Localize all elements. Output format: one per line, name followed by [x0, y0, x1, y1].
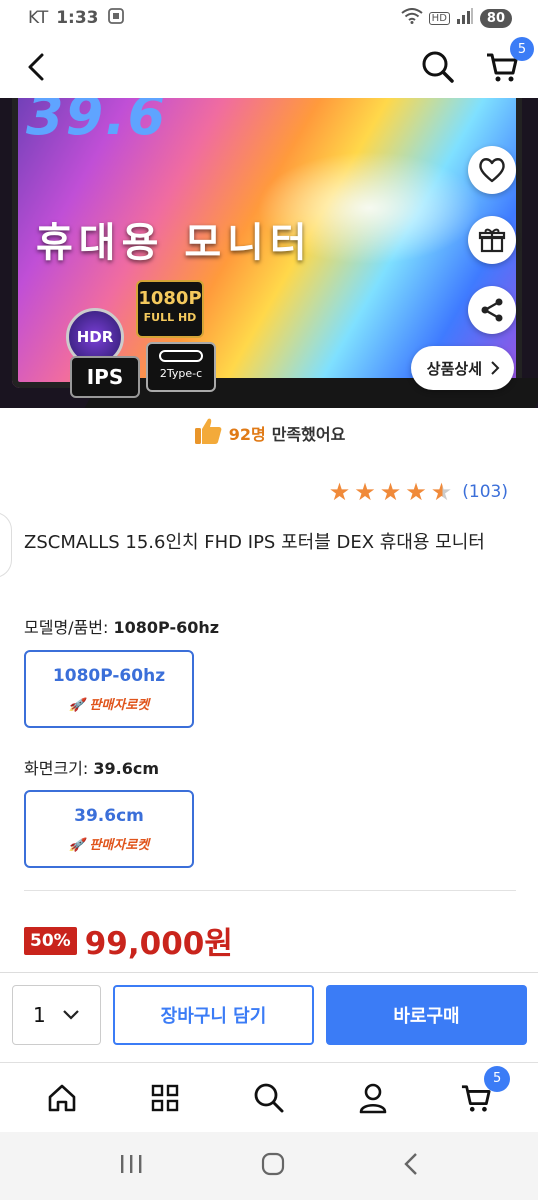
option-size-39-6cm[interactable]: 39.6cm 🚀 판매자로켓 [24, 790, 194, 868]
divider [24, 890, 516, 891]
hero-title-text: 휴대용 모니터 [36, 220, 313, 266]
side-actions [468, 146, 516, 334]
price-row: 50% 99,000원 [24, 918, 233, 963]
home-system-button[interactable] [260, 1151, 286, 1181]
satisfaction-summary: 92명 만족했어요 [0, 416, 538, 450]
purchase-bar: 1 장바구니 담기 바로구매 [0, 972, 538, 1062]
seller-rocket-text: 판매자로켓 [89, 837, 150, 853]
heart-icon [479, 158, 505, 183]
option-label-model: 모델명/품번: 1080P-60hz [24, 614, 219, 638]
screenshot-icon [107, 7, 125, 30]
back-system-button[interactable] [402, 1151, 420, 1181]
option-label-model-key: 모델명/품번: [24, 618, 114, 637]
sale-price: 99,000원 [84, 926, 233, 962]
search-icon [254, 1083, 284, 1112]
product-title: ZSCMALLS 15.6인치 FHD IPS 포터블 DEX 휴대용 모니터 [24, 532, 485, 553]
home-circle-icon [261, 1152, 285, 1176]
share-button[interactable] [468, 286, 516, 334]
star-icon: ★ [354, 478, 376, 506]
search-button[interactable] [420, 49, 456, 85]
nav-cart-badge: 5 [484, 1065, 511, 1092]
buy-now-button[interactable]: 바로구매 [326, 985, 527, 1045]
status-bar: KT 1:33 HD 80 [0, 0, 538, 36]
chevron-left-icon [28, 53, 44, 81]
chevron-down-icon [63, 1010, 79, 1020]
battery-indicator: 80 [479, 8, 512, 28]
share-icon [481, 298, 503, 322]
nav-my-account[interactable] [353, 1078, 393, 1118]
hero-size-text: 39.6 [26, 98, 168, 147]
wishlist-button[interactable] [468, 146, 516, 194]
system-navigation-bar [0, 1132, 538, 1200]
option-model-1080p[interactable]: 1080P-60hz 🚀 판매자로켓 [24, 650, 194, 728]
carrier-label: KT [28, 8, 49, 28]
back-button[interactable] [18, 49, 54, 85]
clock: 1:33 [56, 8, 99, 28]
app-header: 5 [0, 36, 538, 98]
option-model-value: 1080P-60hz [52, 665, 166, 686]
option-label-size-value: 39.6cm [93, 759, 159, 778]
rating-summary[interactable]: ★ ★ ★ ★ ★ (103) [329, 480, 508, 504]
gift-button[interactable] [468, 216, 516, 264]
recent-apps-icon [121, 1155, 142, 1173]
quantity-value: 1 [33, 1003, 46, 1027]
typec-badge-label: 2Type-c [159, 367, 203, 380]
hd-voice-icon: HD [428, 11, 450, 25]
cart-button[interactable]: 5 [484, 37, 534, 85]
option-label-size: 화면크기: 39.6cm [24, 755, 159, 779]
satisfied-count: 92명 [228, 425, 266, 444]
edge-panel-handle[interactable] [0, 512, 12, 578]
seller-rocket-tag: 🚀 판매자로켓 [68, 837, 150, 853]
signal-icon [456, 8, 474, 28]
star-icon: ★ [328, 478, 351, 506]
star-icon: ★ [379, 478, 402, 506]
review-count-link[interactable]: (103) [462, 482, 508, 502]
seller-rocket-text: 판매자로켓 [89, 697, 150, 713]
star-icon: ★ [405, 478, 427, 506]
nav-search[interactable] [249, 1078, 289, 1118]
option-label-size-key: 화면크기: [24, 759, 94, 778]
ips-badge: IPS [70, 356, 140, 398]
satisfied-text: 만족했어요 [271, 425, 346, 444]
fullhd-badge-label: FULL HD [143, 311, 197, 324]
product-detail-label: 상품상세 [426, 359, 482, 378]
half-star-icon: ★ [430, 478, 453, 506]
nav-cart[interactable]: 5 [456, 1065, 511, 1118]
bottom-nav: 5 [0, 1062, 538, 1132]
user-icon [359, 1083, 386, 1113]
seller-rocket-tag: 🚀 판매자로켓 [68, 697, 150, 713]
chevron-right-icon [491, 361, 500, 375]
product-detail-button[interactable]: 상품상세 [410, 346, 514, 390]
quantity-select[interactable]: 1 [12, 985, 101, 1045]
fullhd-badge: 1080P FULL HD [136, 280, 204, 338]
thumbs-up-icon [193, 416, 223, 450]
recent-apps-button[interactable] [118, 1152, 144, 1180]
typec-badge: 2Type-c [146, 342, 216, 392]
option-label-model-value: 1080P-60hz [113, 618, 220, 637]
gift-icon [478, 228, 506, 253]
discount-badge: 50% [24, 926, 77, 955]
option-size-value: 39.6cm [74, 805, 144, 826]
nav-home[interactable] [42, 1078, 82, 1118]
fullhd-badge-resolution: 1080P [138, 288, 202, 309]
search-icon [422, 51, 454, 83]
category-grid-icon [152, 1084, 179, 1111]
home-icon [48, 1084, 76, 1111]
cart-count-badge: 5 [510, 37, 534, 61]
wifi-icon [401, 8, 423, 28]
back-chevron-icon [404, 1153, 417, 1175]
add-to-cart-button[interactable]: 장바구니 담기 [113, 985, 314, 1045]
usb-c-port-icon [159, 350, 203, 362]
nav-categories[interactable] [145, 1078, 185, 1118]
